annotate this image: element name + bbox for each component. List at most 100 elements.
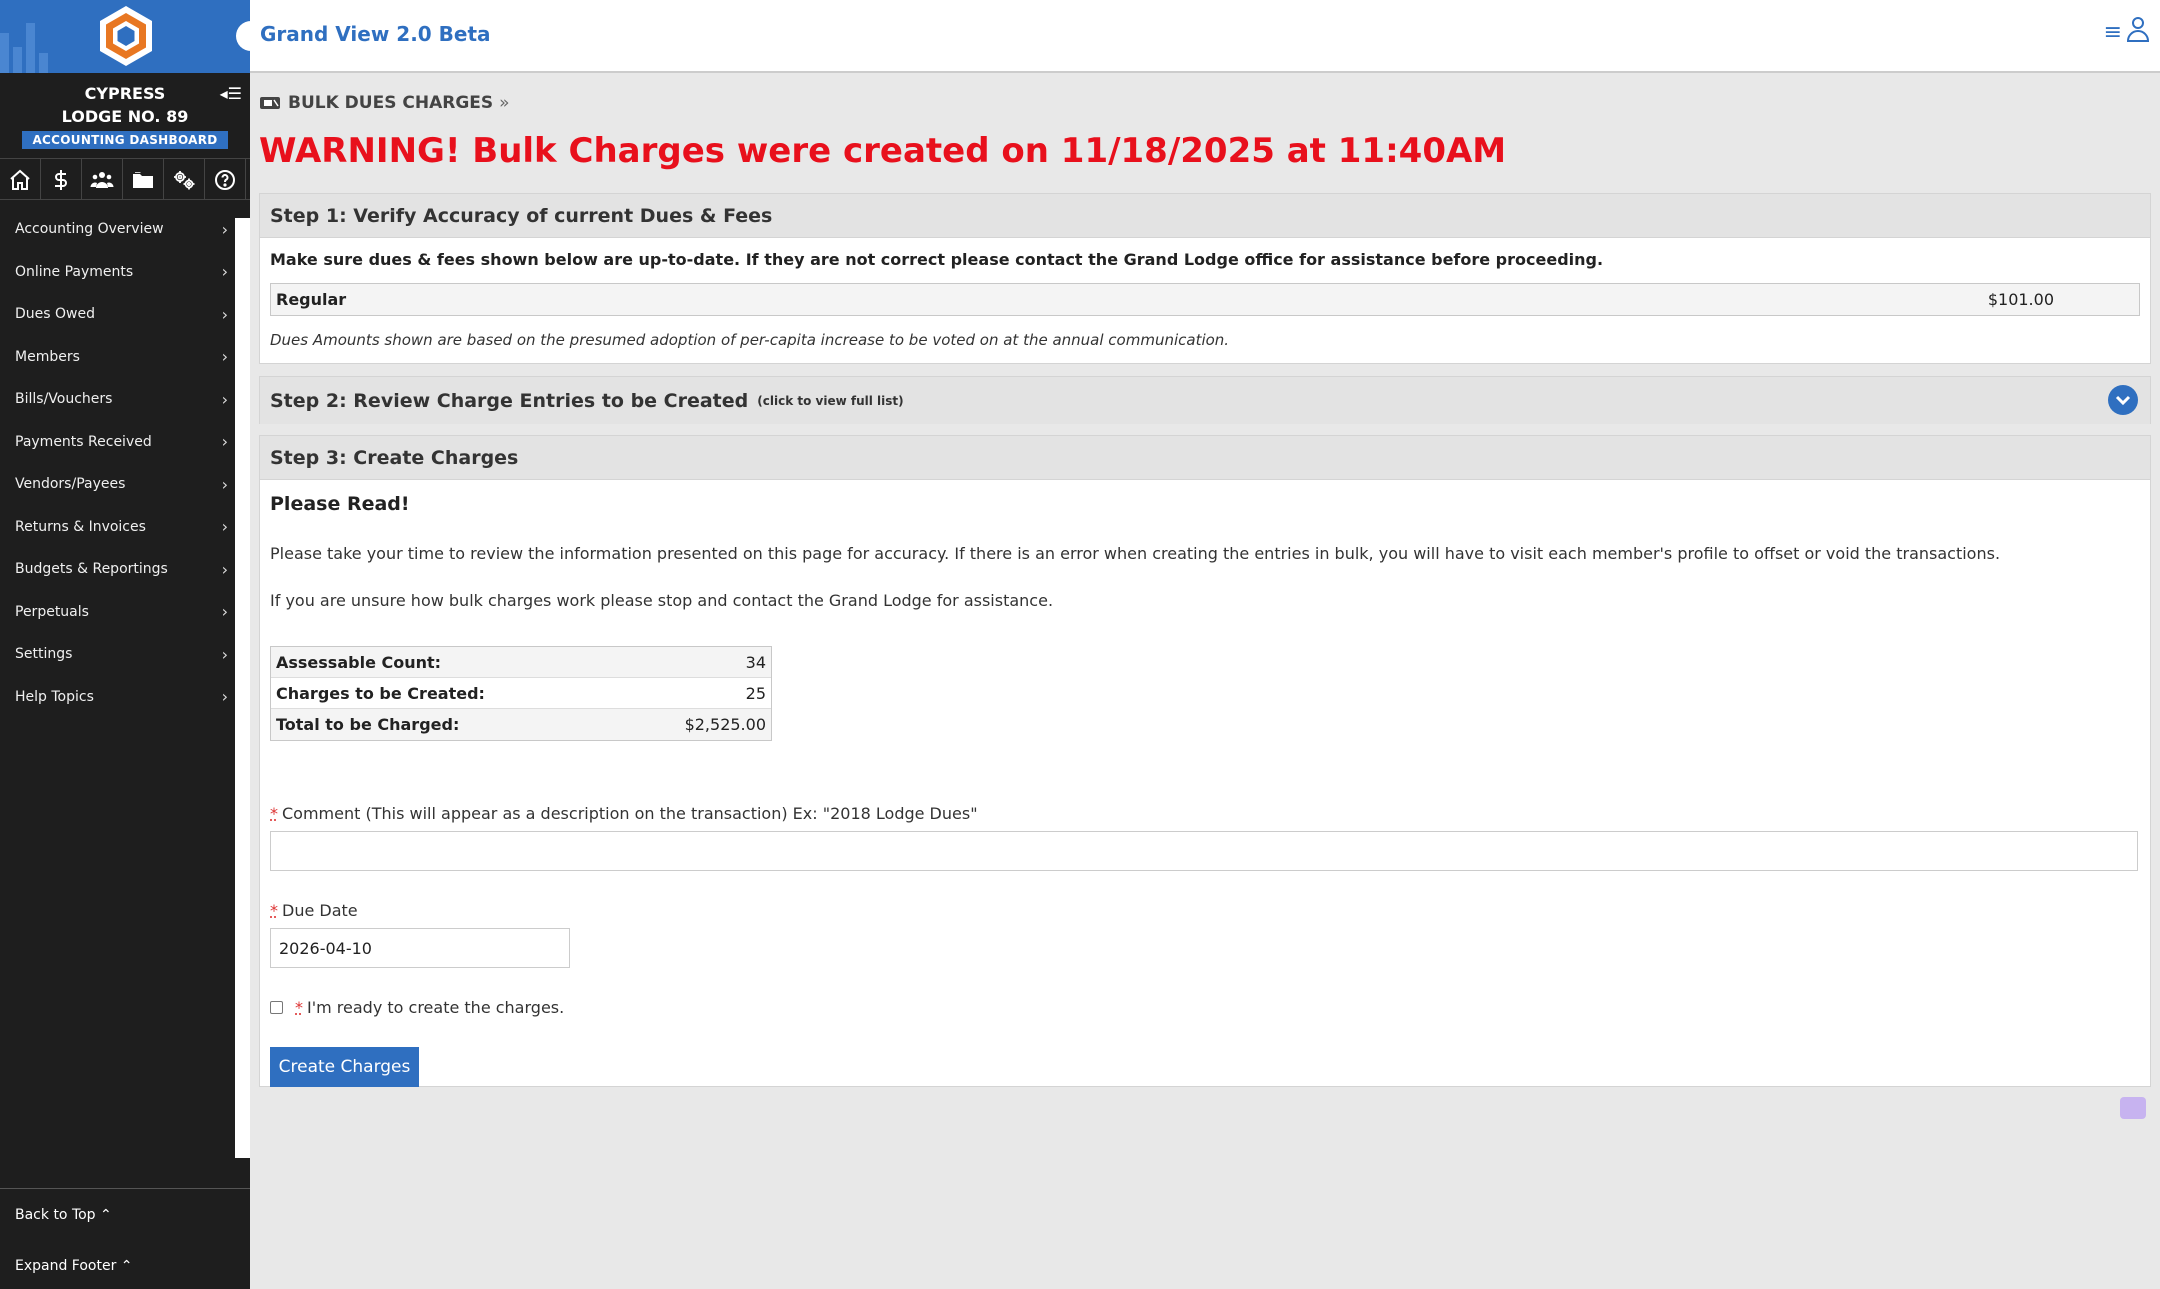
step1-header: Step 1: Verify Accuracy of current Dues … <box>260 194 2150 238</box>
sidebar-item-dues-owed[interactable]: Dues Owed › <box>0 293 250 336</box>
charges-summary-table: Assessable Count: 34 Charges to be Creat… <box>270 646 772 741</box>
logo-bars-decoration <box>0 23 48 73</box>
sidebar-item-label: Help Topics <box>15 689 94 705</box>
chevron-right-icon: › <box>222 305 228 324</box>
folder-icon[interactable] <box>123 159 164 200</box>
due-date-input[interactable]: 2026-04-10 <box>270 928 570 968</box>
sidebar-item-members[interactable]: Members › <box>0 336 250 379</box>
dues-row: Regular $101.00 <box>270 283 2140 316</box>
app-title: Grand View 2.0 Beta <box>260 22 491 46</box>
sidebar-item-budgets-reportings[interactable]: Budgets & Reportings › <box>0 548 250 591</box>
sidebar-item-online-payments[interactable]: Online Payments › <box>0 251 250 294</box>
stat-value: $2,525.00 <box>685 715 766 734</box>
ready-checkbox[interactable] <box>270 1001 283 1014</box>
sidebar-item-label: Online Payments <box>15 264 133 280</box>
required-marker: * <box>270 901 278 920</box>
sidebar-item-label: Vendors/Payees <box>15 476 125 492</box>
step2-title: Step 2: Review Charge Entries to be Crea… <box>270 390 748 412</box>
expand-chevron-icon[interactable] <box>2108 385 2138 415</box>
step2-hint: (click to view full list) <box>757 394 903 408</box>
settings-gears-icon[interactable] <box>164 159 205 200</box>
step2-header[interactable]: Step 2: Review Charge Entries to be Crea… <box>260 377 2150 424</box>
sidebar-item-label: Members <box>15 349 80 365</box>
dues-label: Regular <box>276 290 346 309</box>
required-marker: * <box>270 804 278 823</box>
bulk-charges-warning: WARNING! Bulk Charges were created on 11… <box>259 131 2151 171</box>
chevron-right-icon: › <box>222 432 228 451</box>
chevron-right-icon: › <box>222 517 228 536</box>
step1-panel: Step 1: Verify Accuracy of current Dues … <box>259 193 2151 364</box>
assistance-paragraph: If you are unsure how bulk charges work … <box>270 591 2140 610</box>
chevron-right-icon: › <box>222 390 228 409</box>
sidebar-item-payments-received[interactable]: Payments Received › <box>0 421 250 464</box>
floating-widget-icon[interactable] <box>2120 1097 2146 1119</box>
stat-label: Charges to be Created: <box>276 684 485 703</box>
members-group-icon[interactable] <box>82 159 123 200</box>
sidebar-item-label: Settings <box>15 646 72 662</box>
user-profile-icon[interactable] <box>2126 16 2150 42</box>
create-charges-button[interactable]: Create Charges <box>270 1047 419 1087</box>
stat-label: Assessable Count: <box>276 653 441 672</box>
table-row: Charges to be Created: 25 <box>271 678 771 709</box>
expand-footer-link[interactable]: Expand Footer ⌃ <box>0 1240 250 1289</box>
step3-header: Step 3: Create Charges <box>260 436 2150 480</box>
sidebar-item-label: Perpetuals <box>15 604 89 620</box>
please-read-heading: Please Read! <box>270 493 2140 515</box>
lodge-info: CYPRESS LODGE NO. 89 ACCOUNTING DASHBOAR… <box>0 73 250 158</box>
top-header: Grand View 2.0 Beta ≡ <box>250 0 2160 73</box>
dollar-icon[interactable] <box>41 159 82 200</box>
sidebar-item-returns-invoices[interactable]: Returns & Invoices › <box>0 506 250 549</box>
sidebar-item-accounting-overview[interactable]: Accounting Overview › <box>0 208 250 251</box>
home-icon[interactable] <box>0 159 41 200</box>
sidebar-item-perpetuals[interactable]: Perpetuals › <box>0 591 250 634</box>
chevron-right-icon: › <box>222 475 228 494</box>
stat-label: Total to be Charged: <box>276 715 459 734</box>
help-icon[interactable] <box>205 159 246 200</box>
sidebar-icon-bar <box>0 158 250 200</box>
ticket-icon <box>259 95 281 111</box>
comment-label-text: Comment (This will appear as a descripti… <box>282 804 978 823</box>
sidebar-item-label: Payments Received <box>15 434 152 450</box>
required-marker: * <box>295 998 303 1017</box>
breadcrumb: BULK DUES CHARGES » <box>259 93 2151 113</box>
sidebar-item-bills-vouchers[interactable]: Bills/Vouchers › <box>0 378 250 421</box>
dashboard-badge: ACCOUNTING DASHBOARD <box>22 131 227 149</box>
stat-value: 25 <box>746 684 766 703</box>
chevron-right-icon: › <box>222 687 228 706</box>
dues-note: Dues Amounts shown are based on the pres… <box>270 331 2140 349</box>
chevron-right-icon: › <box>222 220 228 239</box>
ready-label: I'm ready to create the charges. <box>307 998 564 1017</box>
due-date-label: * Due Date <box>270 901 2140 920</box>
due-date-label-text: Due Date <box>282 901 358 920</box>
breadcrumb-label: BULK DUES CHARGES <box>288 93 493 113</box>
sidebar-collapse-icon[interactable]: ◂☰ <box>220 84 242 103</box>
lodge-name-line1: CYPRESS <box>0 82 250 105</box>
back-to-top-link[interactable]: Back to Top ⌃ <box>0 1188 250 1240</box>
sidebar-item-label: Dues Owed <box>15 306 95 322</box>
chevron-right-icon: › <box>222 262 228 281</box>
table-row: Assessable Count: 34 <box>271 647 771 678</box>
sidebar-nav: Accounting Overview › Online Payments › Du… <box>0 208 250 718</box>
hexagon-logo-icon[interactable] <box>98 4 154 68</box>
sidebar: CYPRESS LODGE NO. 89 ACCOUNTING DASHBOAR… <box>0 0 250 1289</box>
sidebar-item-label: Budgets & Reportings <box>15 561 168 577</box>
sidebar-item-help-topics[interactable]: Help Topics › <box>0 676 250 719</box>
sidebar-item-label: Accounting Overview <box>15 221 164 237</box>
step3-panel: Step 3: Create Charges Please Read! Plea… <box>259 435 2151 1087</box>
chevron-right-icon: › <box>222 645 228 664</box>
step2-panel[interactable]: Step 2: Review Charge Entries to be Crea… <box>259 376 2151 424</box>
comment-label: * Comment (This will appear as a descript… <box>270 804 2140 823</box>
comment-input[interactable] <box>270 831 2138 871</box>
sidebar-item-vendors-payees[interactable]: Vendors/Payees › <box>0 463 250 506</box>
main-content: BULK DUES CHARGES » WARNING! Bulk Charge… <box>259 73 2151 1087</box>
sidebar-item-label: Returns & Invoices <box>15 519 146 535</box>
stat-value: 34 <box>746 653 766 672</box>
chevron-right-icon: › <box>222 347 228 366</box>
sidebar-item-label: Bills/Vouchers <box>15 391 112 407</box>
sidebar-item-settings[interactable]: Settings › <box>0 633 250 676</box>
review-paragraph: Please take your time to review the info… <box>270 544 2140 563</box>
sidebar-logo-area <box>0 0 250 73</box>
sidebar-scrollbar[interactable] <box>235 218 250 1158</box>
hamburger-menu-icon[interactable]: ≡ <box>2104 20 2122 45</box>
breadcrumb-separator-icon: » <box>499 93 509 113</box>
